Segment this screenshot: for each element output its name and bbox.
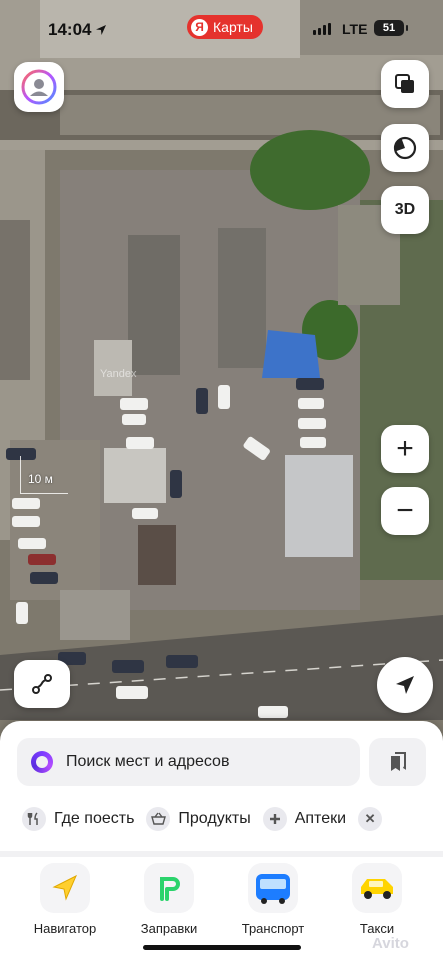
navigator-arrow-icon [40, 863, 90, 913]
map-style-button[interactable] [381, 124, 429, 172]
app-brand-badge: Я Карты [187, 15, 263, 39]
chip-food[interactable]: Где поесть [22, 807, 134, 831]
pharmacy-cross-icon [262, 807, 287, 831]
style-icon [393, 136, 417, 160]
service-transport[interactable]: Транспорт [225, 863, 321, 936]
status-time: 14:04 [48, 20, 107, 40]
zoom-out-button[interactable]: − [381, 487, 429, 535]
category-chips: Где поесть Продукты Аптеки ✕ [0, 803, 443, 835]
clock-text: 14:04 [48, 20, 92, 39]
signal-strength-icon [313, 23, 331, 35]
taxi-car-icon [352, 863, 402, 913]
map-watermark: Yandex [100, 368, 137, 380]
bottom-sheet: Поиск мест и адресов Где поесть Продукты… [0, 721, 443, 960]
chip-groceries-label: Продукты [178, 810, 251, 827]
scale-label: 10 м [28, 472, 53, 486]
yandex-logo-icon: Я [191, 18, 208, 36]
service-taxi-label: Такси [359, 921, 395, 936]
layers-icon [395, 74, 414, 93]
chip-groceries[interactable]: Продукты [146, 807, 251, 831]
app-name: Карты [213, 19, 253, 35]
my-location-button[interactable] [377, 657, 433, 713]
3d-label: 3D [394, 201, 416, 218]
network-type: LTE [342, 21, 368, 37]
layers-button[interactable] [381, 60, 429, 108]
service-navigator[interactable]: Навигатор [17, 863, 113, 936]
location-arrow-icon [96, 25, 107, 35]
service-fuel-label: Заправки [140, 921, 198, 936]
avatar-icon [21, 69, 57, 105]
chip-food-label: Где поесть [54, 810, 135, 827]
chip-pharmacy-label: Аптеки [294, 810, 347, 827]
bookmarks-icon [390, 752, 406, 771]
fuel-icon [144, 863, 194, 913]
service-taxi[interactable]: Такси [329, 863, 425, 936]
tools-icon: ✕ [358, 807, 383, 831]
section-divider [0, 851, 443, 857]
zoom-in-button[interactable]: + [381, 425, 429, 473]
battery-icon: 51 [374, 20, 408, 36]
3d-toggle-button[interactable]: 3D [381, 186, 429, 234]
service-transport-label: Транспорт [241, 921, 305, 936]
services-row: Навигатор Заправки Транспорт Такси [0, 863, 443, 943]
basket-icon [146, 807, 171, 831]
plus-icon: + [396, 432, 414, 465]
bookmarks-button[interactable] [369, 738, 426, 786]
search-bar[interactable]: Поиск мест и адресов [17, 738, 360, 786]
service-fuel[interactable]: Заправки [121, 863, 217, 936]
profile-button[interactable] [14, 62, 64, 112]
search-placeholder: Поиск мест и адресов [66, 753, 230, 770]
navigation-arrow-icon [396, 676, 414, 694]
alice-voice-icon[interactable] [31, 751, 53, 773]
route-icon [32, 674, 52, 694]
fork-knife-icon [22, 807, 46, 831]
routes-button[interactable] [14, 660, 70, 708]
chip-more[interactable]: ✕ [358, 807, 383, 831]
home-indicator[interactable] [143, 945, 301, 950]
bus-icon [248, 863, 298, 913]
service-navigator-label: Навигатор [33, 921, 97, 936]
minus-icon: − [396, 494, 414, 527]
avito-watermark: Avito [372, 935, 409, 952]
chip-pharmacy[interactable]: Аптеки [262, 807, 347, 831]
status-bar: 14:04 Я Карты LTE 51 [0, 0, 443, 60]
